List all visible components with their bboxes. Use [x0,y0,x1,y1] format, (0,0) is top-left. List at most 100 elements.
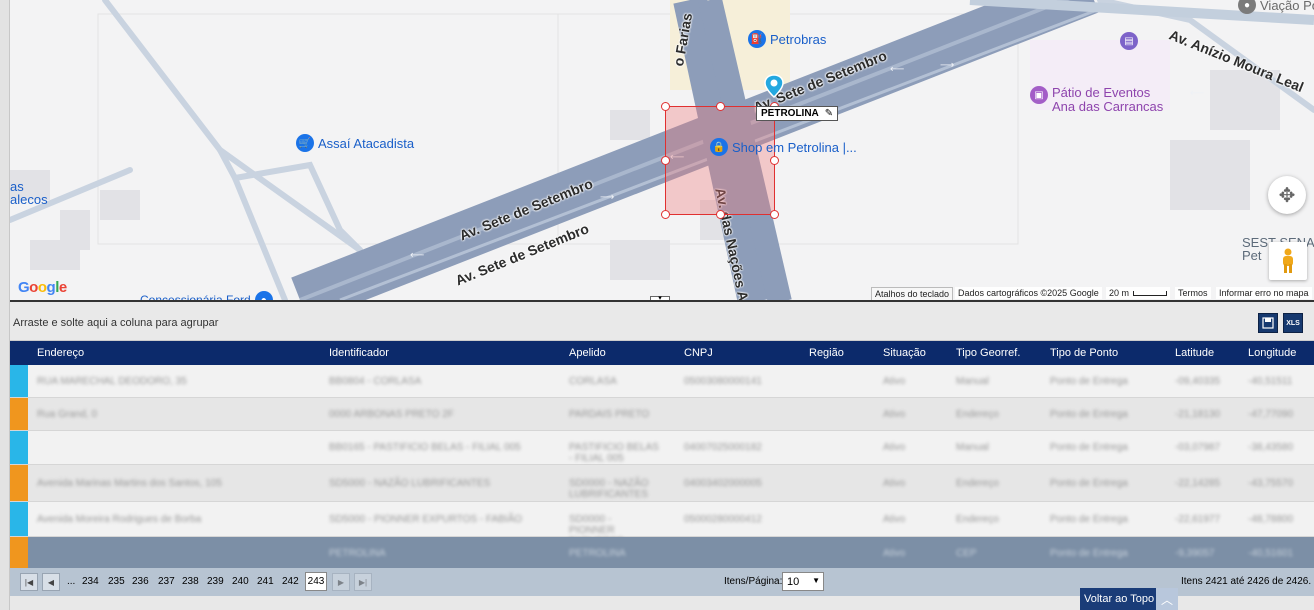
table-cell: Ativo [883,442,906,453]
splitter-handle[interactable]: ▾ [650,295,670,300]
page-link[interactable]: 235 [108,576,125,587]
table-cell: CORLASA [569,375,617,387]
map-view[interactable]: ⟵ ⟶ ⟵ ⟶ ⟵ ⟵ Av. Sete de Setembro Av. Sete de… [10,0,1314,302]
back-to-top-button[interactable]: Voltar ao Topo ︿ [1080,588,1178,610]
geofence-rectangle[interactable] [665,106,775,215]
shopping-cart-icon: 🛒 [296,134,314,152]
chevron-down-icon: ▼ [812,576,820,585]
pencil-icon[interactable]: ✎ [825,108,833,119]
save-icon[interactable] [1258,313,1278,333]
map-pin-icon[interactable] [762,74,786,98]
page-link[interactable]: 234 [82,576,99,587]
poi-bus[interactable]: ▤ [1120,32,1142,50]
page-link[interactable]: 236 [132,576,149,587]
poi-petrobras[interactable]: ⛽ Petrobras [748,30,826,48]
table-row[interactable]: BB0165 - PASTIFICIO BELAS - FILIAL 005 PA… [10,431,1314,465]
next-page-button[interactable]: ▶ [332,573,350,591]
table-cell: 0000 ARBONAS PRETO 2F [329,408,454,420]
column-header-tipo-ponto[interactable]: Tipo de Ponto [1050,347,1118,359]
table-row[interactable]: Rua Grand, 0 0000 ARBONAS PRETO 2F PARDAIS… [10,398,1314,431]
row-type-marker [10,398,28,430]
table-cell: Endereço [956,513,999,525]
pegman-icon[interactable] [1269,242,1307,280]
marker-label[interactable]: PETROLINA ✎ [756,106,839,121]
column-header-endereco[interactable]: Endereço [37,347,84,359]
table-cell: CEP [956,547,977,559]
items-summary: Itens 2421 até 2426 de 2426. [1181,576,1312,587]
excel-export-icon[interactable]: XLS [1283,313,1303,333]
poi-assai[interactable]: 🛒 Assaí Atacadista [296,134,414,152]
left-scrollbar[interactable] [0,0,10,610]
column-header-identificador[interactable]: Identificador [329,347,389,359]
items-per-page-value: 10 [787,575,800,588]
table-cell: Ativo [883,547,906,559]
items-per-page-select[interactable]: 10 ▼ [782,572,824,591]
last-page-button[interactable]: ▶| [354,573,372,591]
column-header-regiao[interactable]: Região [809,347,844,359]
geofence-handle[interactable] [661,210,670,219]
pager-ellipsis[interactable]: ... [67,576,75,587]
column-header-tipo-georref[interactable]: Tipo Georref. [956,347,1020,359]
geofence-handle[interactable] [716,210,725,219]
map-scale[interactable]: 20 m [1106,287,1171,299]
table-row[interactable]: Avenida Marinas Martins dos Santos, 105 S… [10,465,1314,502]
table-cell: -21,18130 [1175,408,1221,420]
geofence-handle[interactable] [716,102,725,111]
table-cell: PETROLINA [329,547,386,559]
geofence-handle[interactable] [770,156,779,165]
column-header-cnpj[interactable]: CNPJ [684,347,713,359]
app-window: ⟵ ⟶ ⟵ ⟶ ⟵ ⟵ Av. Sete de Setembro Av. Sete de… [0,0,1314,610]
page-link[interactable]: 242 [282,576,299,587]
table-cell: Ponto de Entrega [1050,477,1128,489]
page-link[interactable]: 239 [207,576,224,587]
table-cell: Endereço [956,408,999,420]
poi-shop-petrolina[interactable]: 🔒 Shop em Petrolina |... [710,138,857,156]
poi-viacao[interactable]: ● Viação Po [1238,0,1314,14]
prev-page-button[interactable]: ◀ [42,573,60,591]
column-header-longitude[interactable]: Longitude [1248,347,1296,359]
table-cell: -47,77090 [1248,408,1294,420]
svg-text:⟶: ⟶ [940,60,954,71]
event-icon: ▣ [1030,86,1048,104]
poi-label: Shop em Petrolina |... [732,139,857,155]
svg-text:⟵: ⟵ [410,250,424,261]
column-header-situacao[interactable]: Situação [883,347,926,359]
page-link[interactable]: 240 [232,576,249,587]
first-page-button[interactable]: |◀ [20,573,38,591]
terms-link[interactable]: Termos [1175,287,1211,299]
table-row[interactable]: PETROLINA PETROLINA Ativo CEP Ponto de Entre… [10,537,1314,568]
table-cell: PETROLINA [569,547,626,559]
keyboard-shortcuts-button[interactable]: Atalhos do teclado [871,287,954,300]
table-row[interactable]: Avenida Moreira Rodrigues de Borba SD5000… [10,502,1314,558]
table-cell: Ativo [883,477,906,489]
geofence-handle[interactable] [661,156,670,165]
table-cell: -09,40335 [1175,375,1221,387]
move-icon[interactable]: ✥ [1268,176,1306,214]
row-type-marker [10,365,28,397]
group-by-bar[interactable]: Arraste e solte aqui a coluna para agrup… [10,304,1314,341]
scale-label: 20 m [1109,288,1130,298]
column-header-apelido[interactable]: Apelido [569,347,606,359]
page-link[interactable]: 241 [257,576,274,587]
report-error-link[interactable]: Informar erro no mapa [1216,287,1312,299]
group-hint: Arraste e solte aqui a coluna para agrup… [13,317,219,329]
table-cell: 04007025000182 [684,442,762,453]
table-cell: -40,51601 [1248,547,1294,559]
table-row[interactable]: RUA MARECHAL DEODORO, 35 BB0804 - CORLASA… [10,365,1314,398]
page-link[interactable]: 238 [182,576,199,587]
back-to-top-label: Voltar ao Topo [1084,593,1155,605]
geofence-handle[interactable] [661,102,670,111]
poi-patio-eventos[interactable]: ▣ Pátio de Eventos Ana das Carrancas [1030,86,1163,114]
fuel-icon: ⛽ [748,30,766,48]
table-cell: Ponto de Entrega [1050,408,1128,420]
items-per-page-label: Itens/Página: [724,576,783,587]
table-cell: 05003080000141 [684,375,762,387]
svg-text:⟵: ⟵ [1190,88,1204,99]
row-type-marker [10,537,28,568]
page-link[interactable]: 237 [158,576,175,587]
geofence-handle[interactable] [770,210,779,219]
poi-concessionaria[interactable]: Concessionária Ford ● [140,291,277,300]
column-header-latitude[interactable]: Latitude [1175,347,1214,359]
grid-header: Endereço Identificador Apelido CNPJ Regi… [10,341,1314,365]
table-cell: SD5000 - PIONNER EXPURTOS - FABIÃO [329,513,523,525]
